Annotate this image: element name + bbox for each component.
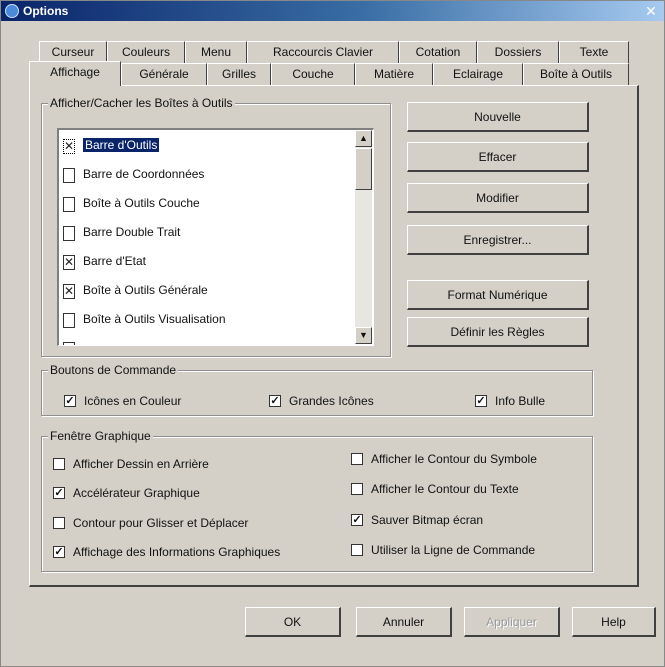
tab-curseur[interactable]: Curseur <box>39 41 107 63</box>
text-outline-checkbox[interactable]: Afficher le Contour du Texte <box>351 481 586 499</box>
list-item-label: Barre d'Etat <box>83 254 146 268</box>
toolbox-listbox[interactable]: ✕ Barre d'Outils Barre de Coordonnées Bo… <box>57 128 374 346</box>
list-item[interactable]: Barre Double Trait <box>61 221 355 247</box>
command-line-checkbox[interactable]: Utiliser la Ligne de Commande <box>351 542 586 560</box>
list-item-checkbox[interactable]: ✕ <box>63 284 75 299</box>
toolbox-group-label: Afficher/Cacher les Boîtes à Outils <box>48 96 235 110</box>
tab-eclairage[interactable]: Eclairage <box>433 63 523 85</box>
checkbox-box[interactable]: ✓ <box>53 487 65 499</box>
apply-button[interactable]: Appliquer <box>464 607 560 637</box>
command-buttons-group-label: Boutons de Commande <box>48 363 179 377</box>
tab-couleurs[interactable]: Couleurs <box>107 41 185 63</box>
list-item[interactable]: Boîte à Outils Couche <box>61 192 355 218</box>
tab-boite-a-outils[interactable]: Boîte à Outils <box>523 63 629 85</box>
tab-raccourcis-clavier[interactable]: Raccourcis Clavier <box>247 41 399 63</box>
checkbox-label: Accélérateur Graphique <box>73 486 200 500</box>
scroll-up-button[interactable]: ▲ <box>355 130 372 147</box>
graphic-window-group-label: Fenêtre Graphique <box>48 429 153 443</box>
drag-outline-checkbox[interactable]: Contour pour Glisser et Déplacer <box>53 515 313 533</box>
close-button[interactable]: ✕ <box>642 3 660 19</box>
tab-couche[interactable]: Couche <box>271 63 355 85</box>
cancel-button[interactable]: Annuler <box>356 607 452 637</box>
app-icon <box>5 4 19 18</box>
checkbox-box[interactable] <box>351 483 363 495</box>
checkbox-label: Afficher Dessin en Arrière <box>73 457 209 471</box>
save-button[interactable]: Enregistrer... <box>407 225 589 255</box>
list-item-label: Boîte à Outils Générale <box>83 283 208 297</box>
window-title: Options <box>23 4 69 18</box>
tab-generale[interactable]: Générale <box>121 63 207 85</box>
list-item-checkbox[interactable]: ✕ <box>63 139 75 154</box>
list-item[interactable]: ✕ Barre d'Outils <box>61 134 355 160</box>
scroll-thumb[interactable] <box>355 148 372 190</box>
modify-button[interactable]: Modifier <box>407 183 589 213</box>
list-item-label: Boîte à Outils Couche <box>83 196 200 210</box>
title-bar[interactable]: Options ✕ <box>1 1 664 21</box>
list-item-label: Boîte à Outils Visualisation <box>83 312 226 326</box>
list-item-checkbox[interactable] <box>63 342 75 345</box>
numeric-format-button[interactable]: Format Numérique <box>407 280 589 310</box>
list-item[interactable]: ✕ Barre d'Etat <box>61 250 355 276</box>
list-item-label: Barre de Coordonnées <box>83 167 205 181</box>
tab-affichage[interactable]: Affichage <box>29 61 121 86</box>
checkbox-label: Contour pour Glisser et Déplacer <box>73 516 249 530</box>
list-item-checkbox[interactable]: ✕ <box>63 255 75 270</box>
checkbox-box[interactable] <box>351 544 363 556</box>
checkbox-box[interactable]: ✓ <box>269 395 281 407</box>
symbol-outline-checkbox[interactable]: Afficher le Contour du Symbole <box>351 451 586 469</box>
options-dialog: Options ✕ Curseur Couleurs Menu Raccourc… <box>0 0 665 667</box>
tooltip-checkbox[interactable]: ✓ Info Bulle <box>475 393 575 411</box>
tab-cotation[interactable]: Cotation <box>399 41 477 63</box>
checkbox-label: Icônes en Couleur <box>84 394 182 408</box>
list-item[interactable]: Boîte à Outils Visualisation <box>61 308 355 334</box>
checkbox-box[interactable] <box>351 453 363 465</box>
checkbox-box[interactable]: ✓ <box>53 546 65 558</box>
checkbox-box[interactable] <box>53 517 65 529</box>
new-button[interactable]: Nouvelle <box>407 102 589 132</box>
checkbox-box[interactable] <box>53 458 65 470</box>
list-item-label: Barre Double Trait <box>83 225 181 239</box>
tab-texte[interactable]: Texte <box>559 41 629 63</box>
tab-dossiers[interactable]: Dossiers <box>477 41 559 63</box>
list-item[interactable] <box>61 337 355 345</box>
list-item-checkbox[interactable] <box>63 197 75 212</box>
checkbox-label: Afficher le Contour du Texte <box>371 482 519 496</box>
tab-grilles[interactable]: Grilles <box>207 63 271 85</box>
delete-button[interactable]: Effacer <box>407 142 589 172</box>
help-button[interactable]: Help <box>572 607 656 637</box>
list-item-label: Barre d'Outils <box>83 138 160 152</box>
scroll-down-button[interactable]: ▼ <box>355 327 372 344</box>
checkbox-label: Afficher le Contour du Symbole <box>371 452 537 466</box>
list-item-checkbox[interactable] <box>63 168 75 183</box>
tab-matiere[interactable]: Matière <box>355 63 433 85</box>
color-icons-checkbox[interactable]: ✓ Icônes en Couleur <box>64 393 224 411</box>
graphic-info-checkbox[interactable]: ✓ Affichage des Informations Graphiques <box>53 544 323 562</box>
ok-button[interactable]: OK <box>245 607 341 637</box>
checkbox-label: Info Bulle <box>495 394 546 408</box>
tab-menu[interactable]: Menu <box>185 41 247 63</box>
show-drawing-behind-checkbox[interactable]: Afficher Dessin en Arrière <box>53 456 313 474</box>
checkbox-label: Affichage des Informations Graphiques <box>73 545 281 559</box>
define-rules-button[interactable]: Définir les Règles <box>407 317 589 347</box>
checkbox-label: Utiliser la Ligne de Commande <box>371 543 536 557</box>
checkbox-box[interactable]: ✓ <box>475 395 487 407</box>
list-item-checkbox[interactable] <box>63 226 75 241</box>
graphic-accelerator-checkbox[interactable]: ✓ Accélérateur Graphique <box>53 485 313 503</box>
checkbox-box[interactable]: ✓ <box>64 395 76 407</box>
list-item[interactable]: Barre de Coordonnées <box>61 163 355 189</box>
save-bitmap-checkbox[interactable]: ✓ Sauver Bitmap écran <box>351 512 586 530</box>
list-item[interactable]: ✕ Boîte à Outils Générale <box>61 279 355 305</box>
list-item-checkbox[interactable] <box>63 313 75 328</box>
checkbox-label: Sauver Bitmap écran <box>371 513 484 527</box>
list-scrollbar[interactable]: ▲ ▼ <box>355 130 372 344</box>
large-icons-checkbox[interactable]: ✓ Grandes Icônes <box>269 393 419 411</box>
checkbox-box[interactable]: ✓ <box>351 514 363 526</box>
checkbox-label: Grandes Icônes <box>289 394 374 408</box>
